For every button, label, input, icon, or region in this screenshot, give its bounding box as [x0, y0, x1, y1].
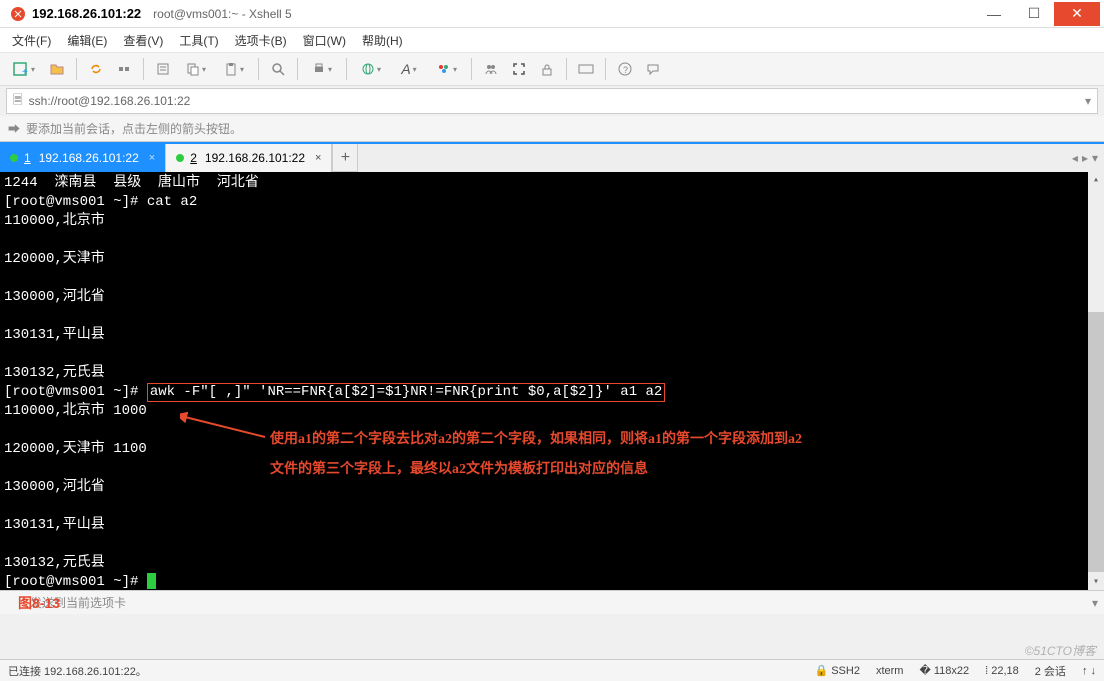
- disconnect-button[interactable]: [111, 56, 137, 82]
- tab-nav: ◂ ▸ ▾: [1066, 144, 1104, 172]
- lock-button[interactable]: [534, 56, 560, 82]
- lock-icon: 🗏: [13, 91, 23, 112]
- menu-view[interactable]: 查看(V): [119, 30, 167, 51]
- toolbar: + A ?: [0, 52, 1104, 86]
- tab-number: 1: [24, 151, 31, 165]
- terminal-line: 1244 滦南县 县级 唐山市 河北省: [4, 175, 259, 191]
- menu-help[interactable]: 帮助(H): [358, 30, 407, 51]
- title-bar: 192.168.26.101:22 root@vms001:~ - Xshell…: [0, 0, 1104, 28]
- svg-text:?: ?: [623, 65, 628, 75]
- title-ip: 192.168.26.101:22: [32, 6, 141, 21]
- terminal-line: 110000,北京市 1000: [4, 403, 147, 419]
- terminal-line: 120000,天津市 1100: [4, 441, 147, 457]
- hint-bar: ⮕ 要添加当前会话，点击左侧的箭头按钮。: [0, 116, 1104, 142]
- new-session-button[interactable]: +: [6, 56, 42, 82]
- font-button[interactable]: A: [391, 56, 427, 82]
- terminal-line: 130132,元氏县: [4, 555, 105, 571]
- status-term: xterm: [876, 665, 904, 677]
- watermark: ©51CTO博客: [1025, 642, 1096, 659]
- compose-bar[interactable]: 图8-13 发送到当前选项卡 ▾: [0, 590, 1104, 614]
- properties-button[interactable]: [150, 56, 176, 82]
- fullscreen-button[interactable]: [506, 56, 532, 82]
- print-button[interactable]: [304, 56, 340, 82]
- scroll-thumb[interactable]: [1088, 312, 1104, 572]
- menu-tabs[interactable]: 选项卡(B): [231, 30, 291, 51]
- terminal-line: 130000,河北省: [4, 479, 105, 495]
- find-button[interactable]: [265, 56, 291, 82]
- address-bar[interactable]: 🗏 ssh://root@192.168.26.101:22 ▾: [6, 88, 1098, 114]
- svg-text:+: +: [22, 67, 28, 77]
- cursor-icon: [147, 573, 156, 589]
- globe-button[interactable]: [353, 56, 389, 82]
- title-rest: root@vms001:~ - Xshell 5: [153, 7, 292, 21]
- terminal-line: 130132,元氏县: [4, 365, 105, 381]
- address-text: ssh://root@192.168.26.101:22: [29, 94, 191, 108]
- annotation-text-1: 使用a1的第二个字段去比对a2的第二个字段，如果相同，则将a1的第一个字段添加到…: [270, 430, 990, 449]
- tab-label: 192.168.26.101:22: [205, 151, 305, 165]
- terminal-prompt: [root@vms001 ~]#: [4, 384, 147, 400]
- reconnect-button[interactable]: [83, 56, 109, 82]
- status-pos: ⁞ 22,18: [985, 665, 1019, 677]
- highlighted-command: awk -F"[ ,]" 'NR==FNR{a[$2]=$1}NR!=FNR{p…: [147, 383, 665, 402]
- annotation-text-2: 文件的第三个字段上，最终以a2文件为模板打印出对应的信息: [270, 460, 990, 479]
- hint-text: 要添加当前会话，点击左侧的箭头按钮。: [26, 120, 242, 137]
- minimize-button[interactable]: —: [974, 2, 1014, 26]
- help-button[interactable]: ?: [612, 56, 638, 82]
- tab-1[interactable]: 1 192.168.26.101:22 ×: [0, 144, 166, 172]
- close-button[interactable]: ✕: [1054, 2, 1100, 26]
- hint-arrow-icon[interactable]: ⮕: [8, 120, 20, 137]
- status-dot-icon: [10, 154, 18, 162]
- status-dot-icon: [176, 154, 184, 162]
- status-sessions: 2 会话: [1035, 663, 1066, 679]
- tab-2[interactable]: 2 192.168.26.101:22 ×: [166, 144, 332, 172]
- users-button[interactable]: [478, 56, 504, 82]
- tab-scroll-left-icon[interactable]: ◂: [1072, 151, 1078, 165]
- maximize-button[interactable]: ☐: [1014, 2, 1054, 26]
- menu-window[interactable]: 窗口(W): [299, 30, 350, 51]
- terminal-line: 130131,平山县: [4, 327, 105, 343]
- scroll-up-icon[interactable]: ▴: [1088, 172, 1104, 188]
- paste-button[interactable]: [216, 56, 252, 82]
- session-tabs: 1 192.168.26.101:22 × 2 192.168.26.101:2…: [0, 144, 1104, 172]
- tab-number: 2: [190, 151, 197, 165]
- terminal-line: 120000,天津市: [4, 251, 105, 267]
- tab-menu-icon[interactable]: ▾: [1092, 151, 1098, 165]
- annotation-arrow-icon: [180, 412, 270, 442]
- menu-tools[interactable]: 工具(T): [175, 30, 222, 51]
- status-bar: 已连接 192.168.26.101:22。 🔒 SSH2 xterm � ⁠1…: [0, 659, 1104, 681]
- compose-dropdown-icon[interactable]: ▾: [1092, 596, 1098, 610]
- tab-close-icon[interactable]: ×: [149, 152, 155, 164]
- terminal-line: 130000,河北省: [4, 289, 105, 305]
- menu-edit[interactable]: 编辑(E): [63, 30, 111, 51]
- status-connection: 已连接 192.168.26.101:22。: [8, 663, 147, 679]
- address-dropdown-icon[interactable]: ▾: [1085, 94, 1091, 108]
- terminal-line: 130131,平山县: [4, 517, 105, 533]
- tab-add-button[interactable]: +: [332, 144, 358, 172]
- status-size: � ⁠118x22: [919, 664, 969, 677]
- figure-label: 图8-13: [18, 593, 60, 613]
- keyboard-button[interactable]: [573, 56, 599, 82]
- terminal[interactable]: 1244 滦南县 县级 唐山市 河北省 [root@vms001 ~]# cat…: [0, 172, 1104, 590]
- tab-label: 192.168.26.101:22: [39, 151, 139, 165]
- terminal-scrollbar[interactable]: ▴ ▾: [1088, 172, 1104, 590]
- status-ssh: 🔒 SSH2: [814, 664, 860, 677]
- copy-button[interactable]: [178, 56, 214, 82]
- chat-button[interactable]: [640, 56, 666, 82]
- terminal-prompt: [root@vms001 ~]#: [4, 574, 147, 590]
- menu-file[interactable]: 文件(F): [8, 30, 55, 51]
- menu-bar: 文件(F) 编辑(E) 查看(V) 工具(T) 选项卡(B) 窗口(W) 帮助(…: [0, 28, 1104, 52]
- app-icon: [10, 6, 26, 22]
- terminal-line: [root@vms001 ~]# cat a2: [4, 194, 197, 210]
- scroll-down-icon[interactable]: ▾: [1088, 574, 1104, 590]
- tab-scroll-right-icon[interactable]: ▸: [1082, 151, 1088, 165]
- open-button[interactable]: [44, 56, 70, 82]
- tab-close-icon[interactable]: ×: [315, 152, 321, 164]
- status-net: ↑ ↓: [1082, 665, 1096, 677]
- color-button[interactable]: [429, 56, 465, 82]
- terminal-line: 110000,北京市: [4, 213, 105, 229]
